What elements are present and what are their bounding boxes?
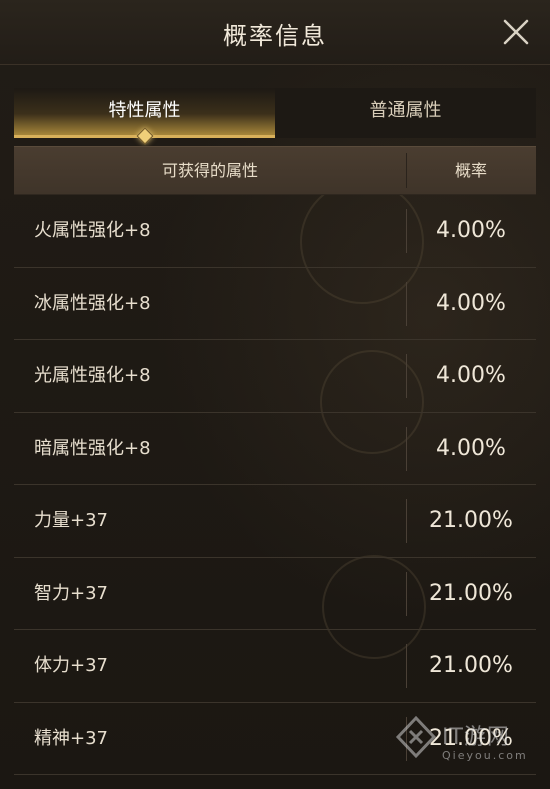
probability-table: 可获得的属性 概率 火属性强化+8 4.00% 冰属性强化+8 4.00% 光属… (14, 146, 536, 789)
watermark-brand: IT游网 (442, 725, 510, 750)
table-row: 火属性强化+8 4.00% (14, 195, 536, 268)
close-icon (503, 19, 529, 45)
rate-cell: 4.00% (436, 218, 506, 243)
tab-bar: 特性属性 普通属性 (14, 88, 536, 138)
attribute-cell: 冰属性强化+8 (34, 292, 151, 314)
attribute-cell: 暗属性强化+8 (34, 437, 151, 459)
table-row: 暗属性强化+8 4.00% (14, 413, 536, 485)
rate-cell: 4.00% (436, 290, 506, 316)
close-button[interactable] (496, 12, 536, 52)
column-header-rate: 概率 (454, 161, 487, 180)
attribute-cell: 火属性强化+8 (34, 220, 151, 241)
watermark-url: Qieyou.com (442, 749, 528, 762)
rate-cell: 4.00% (436, 435, 506, 461)
table-row: 光属性强化+8 4.00% (14, 340, 536, 413)
tab-normal-attributes[interactable]: 普通属性 (275, 88, 536, 138)
table-row: 力量+37 21.00% (14, 485, 536, 558)
table-row: 体力+37 21.00% (14, 630, 536, 703)
dialog-title: 概率信息 (223, 22, 327, 50)
table-row: 智力+37 21.00% (14, 558, 536, 630)
rate-cell: 21.00% (429, 653, 513, 678)
attribute-cell: 体力+37 (34, 655, 108, 676)
attribute-cell: 光属性强化+8 (34, 365, 151, 386)
column-header-attribute: 可获得的属性 (161, 161, 258, 180)
attribute-cell: 力量+37 (34, 510, 108, 531)
probability-dialog: 概率信息 特性属性 普通属性 可获得的属性 概率 火属性强化+8 4.00% 冰… (0, 0, 550, 789)
site-watermark: IT游网 Qieyou.com (394, 715, 544, 777)
attribute-cell: 智力+37 (34, 582, 108, 604)
watermark-logo-icon (394, 715, 438, 759)
dialog-header: 概率信息 (0, 0, 550, 65)
table-row: 冰属性强化+8 4.00% (14, 268, 536, 340)
rate-cell: 21.00% (429, 580, 513, 606)
rate-cell: 21.00% (429, 508, 513, 533)
table-header: 可获得的属性 概率 (14, 146, 536, 195)
attribute-cell: 精神+37 (34, 727, 108, 749)
rate-cell: 4.00% (436, 363, 506, 388)
